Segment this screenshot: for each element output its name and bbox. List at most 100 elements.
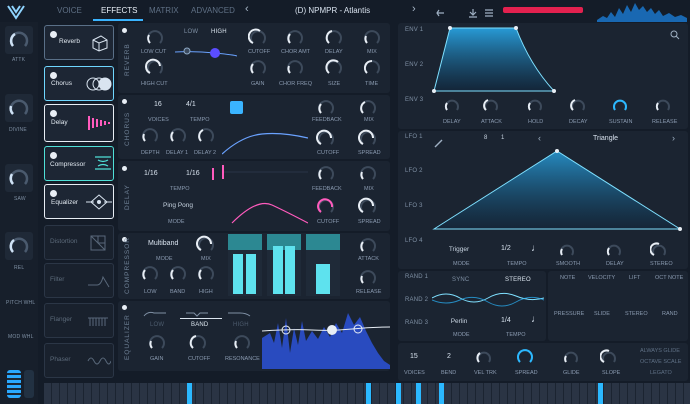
fx-delay[interactable]: Delay — [44, 104, 114, 142]
volume-meter[interactable] — [503, 7, 583, 13]
fx-flanger[interactable]: Flanger — [44, 303, 114, 338]
compressor-band-knob[interactable] — [168, 264, 188, 289]
pitch-wheel[interactable] — [24, 370, 34, 398]
spread-knob[interactable] — [515, 347, 535, 372]
preset-next-button[interactable]: › — [412, 3, 416, 15]
lfo-trigger-select[interactable]: Trigger — [434, 243, 484, 256]
chorus-display[interactable] — [221, 124, 309, 156]
env-attack-knob[interactable] — [482, 96, 500, 119]
chorus-enable-dot[interactable] — [122, 99, 127, 104]
keyboard[interactable] — [44, 383, 690, 404]
reverb-high-cut-knob[interactable] — [145, 58, 165, 83]
delay-tempo2-value[interactable]: 1/16 — [186, 170, 200, 177]
lfo-paint-icon[interactable] — [434, 135, 443, 148]
undo-icon[interactable] — [436, 5, 446, 17]
lfo-4-tab[interactable]: LFO 4 — [405, 238, 423, 244]
macro-knob-2[interactable] — [5, 94, 33, 122]
eq-shape-band[interactable] — [184, 305, 210, 317]
lfo-grid-value-2[interactable]: 1 — [501, 135, 504, 141]
lfo-tempo-value[interactable]: 1/2 — [501, 245, 511, 252]
lfo-note-icon[interactable]: ♩ — [531, 243, 541, 254]
envelope-display[interactable] — [430, 25, 684, 93]
rand-2-tab[interactable]: RAND 2 — [405, 297, 428, 303]
fx-filter[interactable]: Filter — [44, 263, 114, 298]
reverb-chor-freq-knob[interactable] — [285, 58, 305, 83]
mod-slide[interactable]: SLIDE — [594, 311, 610, 317]
rand-mode-select[interactable]: Perlin — [436, 315, 482, 327]
tab-effects[interactable]: EFFECTS — [101, 6, 137, 15]
lfo-shape-next[interactable]: › — [672, 133, 675, 143]
reverb-size-knob[interactable] — [324, 58, 344, 83]
fx-compressor-toggle[interactable] — [50, 152, 57, 159]
menu-icon[interactable] — [484, 5, 494, 17]
rand-1-tab[interactable]: RAND 1 — [405, 274, 428, 280]
eq-resonance-knob[interactable] — [232, 333, 252, 358]
compressor-low-knob[interactable] — [140, 264, 160, 289]
vel-track-knob[interactable] — [475, 348, 493, 371]
tab-voice[interactable]: VOICE — [57, 6, 82, 15]
lfo-1-tab[interactable]: LFO 1 — [405, 134, 423, 140]
bend-value[interactable]: 2 — [447, 353, 451, 360]
chorus-delay2-knob[interactable] — [196, 126, 216, 151]
fx-distortion[interactable]: Distortion — [44, 225, 114, 260]
env-hold-knob[interactable] — [526, 96, 544, 119]
eq-shape-low[interactable] — [142, 305, 168, 317]
env-1-tab[interactable]: ENV 1 — [405, 27, 423, 33]
octave-scale-toggle[interactable]: OCTAVE SCALE — [640, 359, 681, 365]
slope-knob[interactable] — [599, 348, 618, 371]
reverb-time-knob[interactable] — [362, 58, 382, 83]
eq-gain-knob[interactable] — [147, 333, 167, 358]
mod-wheel[interactable] — [7, 370, 21, 398]
delay-enable-dot[interactable] — [122, 166, 127, 171]
env-decay-knob[interactable] — [569, 96, 587, 119]
rand-tempo-value[interactable]: 1/4 — [501, 317, 511, 324]
eq-cutoff-knob[interactable] — [188, 333, 208, 358]
preset-name[interactable]: (D) NPMPR - Atlantis — [295, 6, 370, 15]
compressor-meter-low[interactable] — [228, 234, 262, 296]
delay-sync-icon[interactable] — [212, 168, 218, 180]
fx-equalizer[interactable]: Equalizer — [44, 184, 114, 219]
glide-knob[interactable] — [562, 348, 580, 371]
fx-chorus[interactable]: Chorus — [44, 66, 114, 101]
random-display[interactable] — [431, 286, 545, 310]
legato-toggle[interactable]: LEGATO — [650, 370, 672, 376]
rand-note-icon[interactable]: ♩ — [531, 314, 541, 325]
fx-equalizer-toggle[interactable] — [50, 190, 57, 197]
env-release-knob[interactable] — [654, 96, 672, 119]
mod-lift[interactable]: LIFT — [629, 275, 640, 281]
mod-pressure[interactable]: PRESSURE — [554, 311, 584, 317]
lfo-grid-value-1[interactable]: 8 — [484, 135, 487, 141]
mod-stereo[interactable]: STEREO — [625, 311, 648, 317]
fx-reverb[interactable]: Reverb — [44, 25, 114, 60]
env-2-tab[interactable]: ENV 2 — [405, 62, 423, 68]
eq-spectrum-display[interactable] — [261, 303, 391, 369]
chorus-delay1-knob[interactable] — [168, 126, 188, 151]
always-glide-toggle[interactable]: ALWAYS GLIDE — [640, 348, 680, 354]
reverb-eq-display[interactable] — [174, 38, 238, 88]
env-3-tab[interactable]: ENV 3 — [405, 97, 423, 103]
eq-high-tab[interactable]: HIGH — [233, 322, 249, 328]
compressor-high-knob[interactable] — [196, 264, 216, 289]
mod-oct-note[interactable]: OCT NOTE — [655, 275, 683, 281]
lfo-2-tab[interactable]: LFO 2 — [405, 168, 423, 174]
fx-delay-toggle[interactable] — [50, 110, 57, 117]
delay-display[interactable] — [222, 163, 309, 229]
reverb-high-tab[interactable]: HIGH — [211, 29, 227, 35]
macro-knob-1[interactable] — [5, 26, 33, 54]
chorus-voices-value[interactable]: 16 — [154, 101, 162, 108]
rand-sync-tab[interactable]: SYNC — [452, 277, 469, 283]
lfo-shape-name[interactable]: Triangle — [593, 135, 618, 142]
reverb-low-tab[interactable]: LOW — [184, 29, 198, 35]
delay-mode-select[interactable]: Ping Pong — [138, 199, 218, 211]
mod-velocity[interactable]: VELOCITY — [588, 275, 615, 281]
lfo-shape-prev[interactable]: ‹ — [538, 133, 541, 143]
voices-value[interactable]: 15 — [410, 353, 418, 360]
mod-note[interactable]: NOTE — [560, 275, 575, 281]
compressor-meter-high[interactable] — [306, 234, 340, 296]
eq-low-tab[interactable]: LOW — [150, 322, 164, 328]
macro-knob-3[interactable] — [5, 164, 33, 192]
env-delay-knob[interactable] — [443, 96, 461, 119]
eq-shape-high[interactable] — [226, 305, 252, 317]
tab-advanced[interactable]: ADVANCED — [191, 6, 235, 15]
chorus-tempo-value[interactable]: 4/1 — [186, 101, 196, 108]
